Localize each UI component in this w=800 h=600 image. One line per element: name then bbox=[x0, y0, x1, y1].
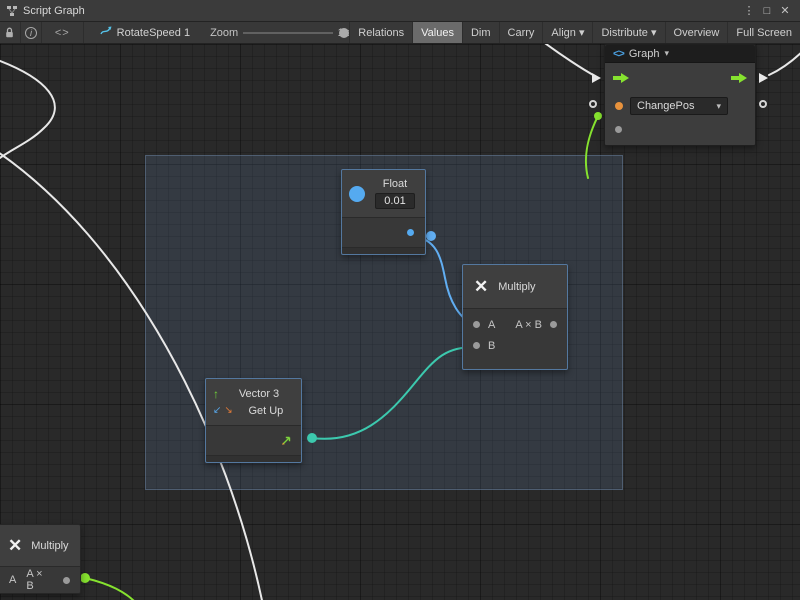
vector3-node-header: ↑ Vector 3 ↙ ↘ Get Up bbox=[206, 379, 301, 426]
wire-multiply2-output bbox=[85, 578, 137, 600]
wire-bubble-green[interactable] bbox=[80, 573, 90, 583]
info-icon-glyph: i bbox=[25, 27, 37, 39]
graph-asset-icon bbox=[100, 25, 112, 40]
graph-canvas[interactable]: Float 0.01 ✕ Multiply A A × B bbox=[0, 44, 800, 600]
overview-button[interactable]: Overview bbox=[665, 22, 728, 43]
float-node-title: Float bbox=[383, 178, 407, 190]
node-script-graph[interactable]: <> Graph ▾ ChangePos ▾ bbox=[604, 44, 756, 146]
dim-button[interactable]: Dim bbox=[462, 22, 499, 43]
graph-node-header: <> Graph ▾ bbox=[605, 45, 755, 63]
float-node-header: Float 0.01 bbox=[342, 170, 425, 218]
vector3-node-subtitle: Get Up bbox=[238, 405, 294, 417]
changepos-dropdown[interactable]: ChangePos ▾ bbox=[630, 97, 728, 115]
script-graph-window: Script Graph ⋮ □ ✕ i <> RotateSpeed 1 Zo… bbox=[0, 0, 800, 600]
vector3-node-footer bbox=[206, 455, 301, 462]
window-controls: ⋮ □ ✕ bbox=[740, 4, 794, 17]
graph-breadcrumb[interactable]: RotateSpeed 1 bbox=[100, 22, 190, 43]
float-output-port[interactable] bbox=[407, 229, 414, 236]
vector3-node-body bbox=[206, 426, 301, 455]
code-view-glyph: <> bbox=[55, 27, 70, 39]
multiply-output-port[interactable] bbox=[550, 321, 557, 328]
float-node-footer bbox=[342, 247, 425, 254]
graph-flow-row bbox=[605, 63, 755, 93]
changepos-input-port[interactable] bbox=[615, 102, 623, 110]
multiply-row-a: A A × B bbox=[463, 314, 567, 335]
script-graph-tab-icon bbox=[6, 5, 18, 17]
multiply2-output-label: A × B bbox=[26, 568, 43, 592]
changepos-dropdown-caret-icon: ▾ bbox=[716, 101, 721, 112]
graph-extra-port-row bbox=[605, 119, 755, 139]
flow-output-arrow-icon[interactable] bbox=[731, 73, 747, 83]
getup-title-row: ↙ ↘ Get Up bbox=[213, 402, 294, 419]
window-title: Script Graph bbox=[23, 5, 85, 17]
values-button[interactable]: Values bbox=[412, 22, 462, 43]
unconnected-port-ring-right[interactable] bbox=[759, 100, 767, 108]
lock-icon[interactable] bbox=[0, 22, 21, 43]
multiply2-output-port[interactable] bbox=[63, 577, 70, 584]
wire-white-from-flow-output bbox=[769, 48, 800, 75]
multiply-output-label: A × B bbox=[515, 319, 542, 331]
graph-extra-port[interactable] bbox=[615, 126, 622, 133]
align-dropdown-button[interactable]: Align ▾ bbox=[542, 22, 592, 43]
multiply-node-title: Multiply bbox=[498, 281, 535, 293]
multiply2-node-header: ✕ Multiply bbox=[0, 525, 80, 567]
multiply-row-b: B bbox=[463, 335, 567, 356]
transform-arrow-sw-icon: ↙ bbox=[213, 405, 221, 416]
graph-node-title: Graph bbox=[629, 48, 660, 60]
changepos-dropdown-value: ChangePos bbox=[637, 100, 695, 112]
multiply2-node-title: Multiply bbox=[31, 540, 68, 552]
graph-changepos-row: ChangePos ▾ bbox=[605, 93, 755, 119]
vector3-title-row: ↑ Vector 3 bbox=[213, 385, 294, 402]
wire-white-to-flow-input bbox=[538, 44, 595, 76]
float-header-content: Float 0.01 bbox=[372, 178, 418, 209]
flow-output-triangle-icon[interactable] bbox=[759, 73, 768, 83]
toolbar-button-group: Relations Values Dim Carry Align ▾ Distr… bbox=[349, 22, 800, 43]
window-menu-icon[interactable]: ⋮ bbox=[740, 4, 758, 17]
multiply-node-header: ✕ Multiply bbox=[463, 265, 567, 309]
node-vector3-get-up[interactable]: ↑ Vector 3 ↙ ↘ Get Up bbox=[205, 378, 302, 463]
float-type-icon bbox=[349, 186, 365, 202]
zoom-slider-track[interactable] bbox=[243, 32, 332, 34]
multiply-node-body: A A × B B bbox=[463, 309, 567, 369]
toolbar: i <> RotateSpeed 1 Zoom 1x Relations Val… bbox=[0, 22, 800, 44]
multiply-input-a-port[interactable] bbox=[473, 321, 480, 328]
node-float[interactable]: Float 0.01 bbox=[341, 169, 426, 255]
node-multiply-partial[interactable]: ✕ Multiply A A × B bbox=[0, 524, 81, 594]
vector3-node-title: Vector 3 bbox=[224, 388, 294, 400]
flow-input-triangle-icon[interactable] bbox=[592, 73, 601, 83]
code-view-button[interactable]: <> bbox=[42, 22, 84, 43]
node-multiply[interactable]: ✕ Multiply A A × B B bbox=[462, 264, 568, 370]
vector3-output-icon[interactable] bbox=[280, 434, 292, 446]
zoom-label: Zoom bbox=[210, 22, 238, 43]
wire-white-left-loop bbox=[0, 58, 55, 164]
graph-header-caret-icon[interactable]: ▾ bbox=[664, 48, 669, 59]
code-icon: <> bbox=[613, 48, 624, 60]
multiply-input-b-label: B bbox=[488, 340, 495, 352]
transform-arrow-se-icon: ↘ bbox=[224, 405, 232, 416]
graph-breadcrumb-label: RotateSpeed 1 bbox=[117, 27, 190, 39]
distribute-dropdown-button[interactable]: Distribute ▾ bbox=[592, 22, 664, 43]
window-maximize-icon[interactable]: □ bbox=[758, 5, 776, 17]
float-value-input[interactable]: 0.01 bbox=[375, 193, 414, 209]
relations-button[interactable]: Relations bbox=[349, 22, 412, 43]
multiply2-output-row: A A × B bbox=[0, 567, 80, 593]
multiply-input-a-label: A bbox=[488, 319, 495, 331]
flow-input-arrow-icon[interactable] bbox=[613, 73, 629, 83]
multiply-icon: ✕ bbox=[474, 278, 488, 295]
multiply2-icon: ✕ bbox=[8, 537, 22, 554]
titlebar: Script Graph ⋮ □ ✕ bbox=[0, 0, 800, 22]
carry-button[interactable]: Carry bbox=[499, 22, 543, 43]
unconnected-port-ring-left[interactable] bbox=[589, 100, 597, 108]
up-arrow-icon: ↑ bbox=[213, 387, 219, 401]
wire-bubble-green-small[interactable] bbox=[594, 112, 602, 120]
info-icon[interactable]: i bbox=[21, 22, 42, 43]
zoom-slider[interactable] bbox=[243, 22, 332, 44]
fullscreen-button[interactable]: Full Screen bbox=[727, 22, 800, 43]
multiply2-input-a-label: A bbox=[9, 574, 16, 586]
window-close-icon[interactable]: ✕ bbox=[776, 4, 794, 17]
float-node-body bbox=[342, 218, 425, 247]
multiply-input-b-port[interactable] bbox=[473, 342, 480, 349]
